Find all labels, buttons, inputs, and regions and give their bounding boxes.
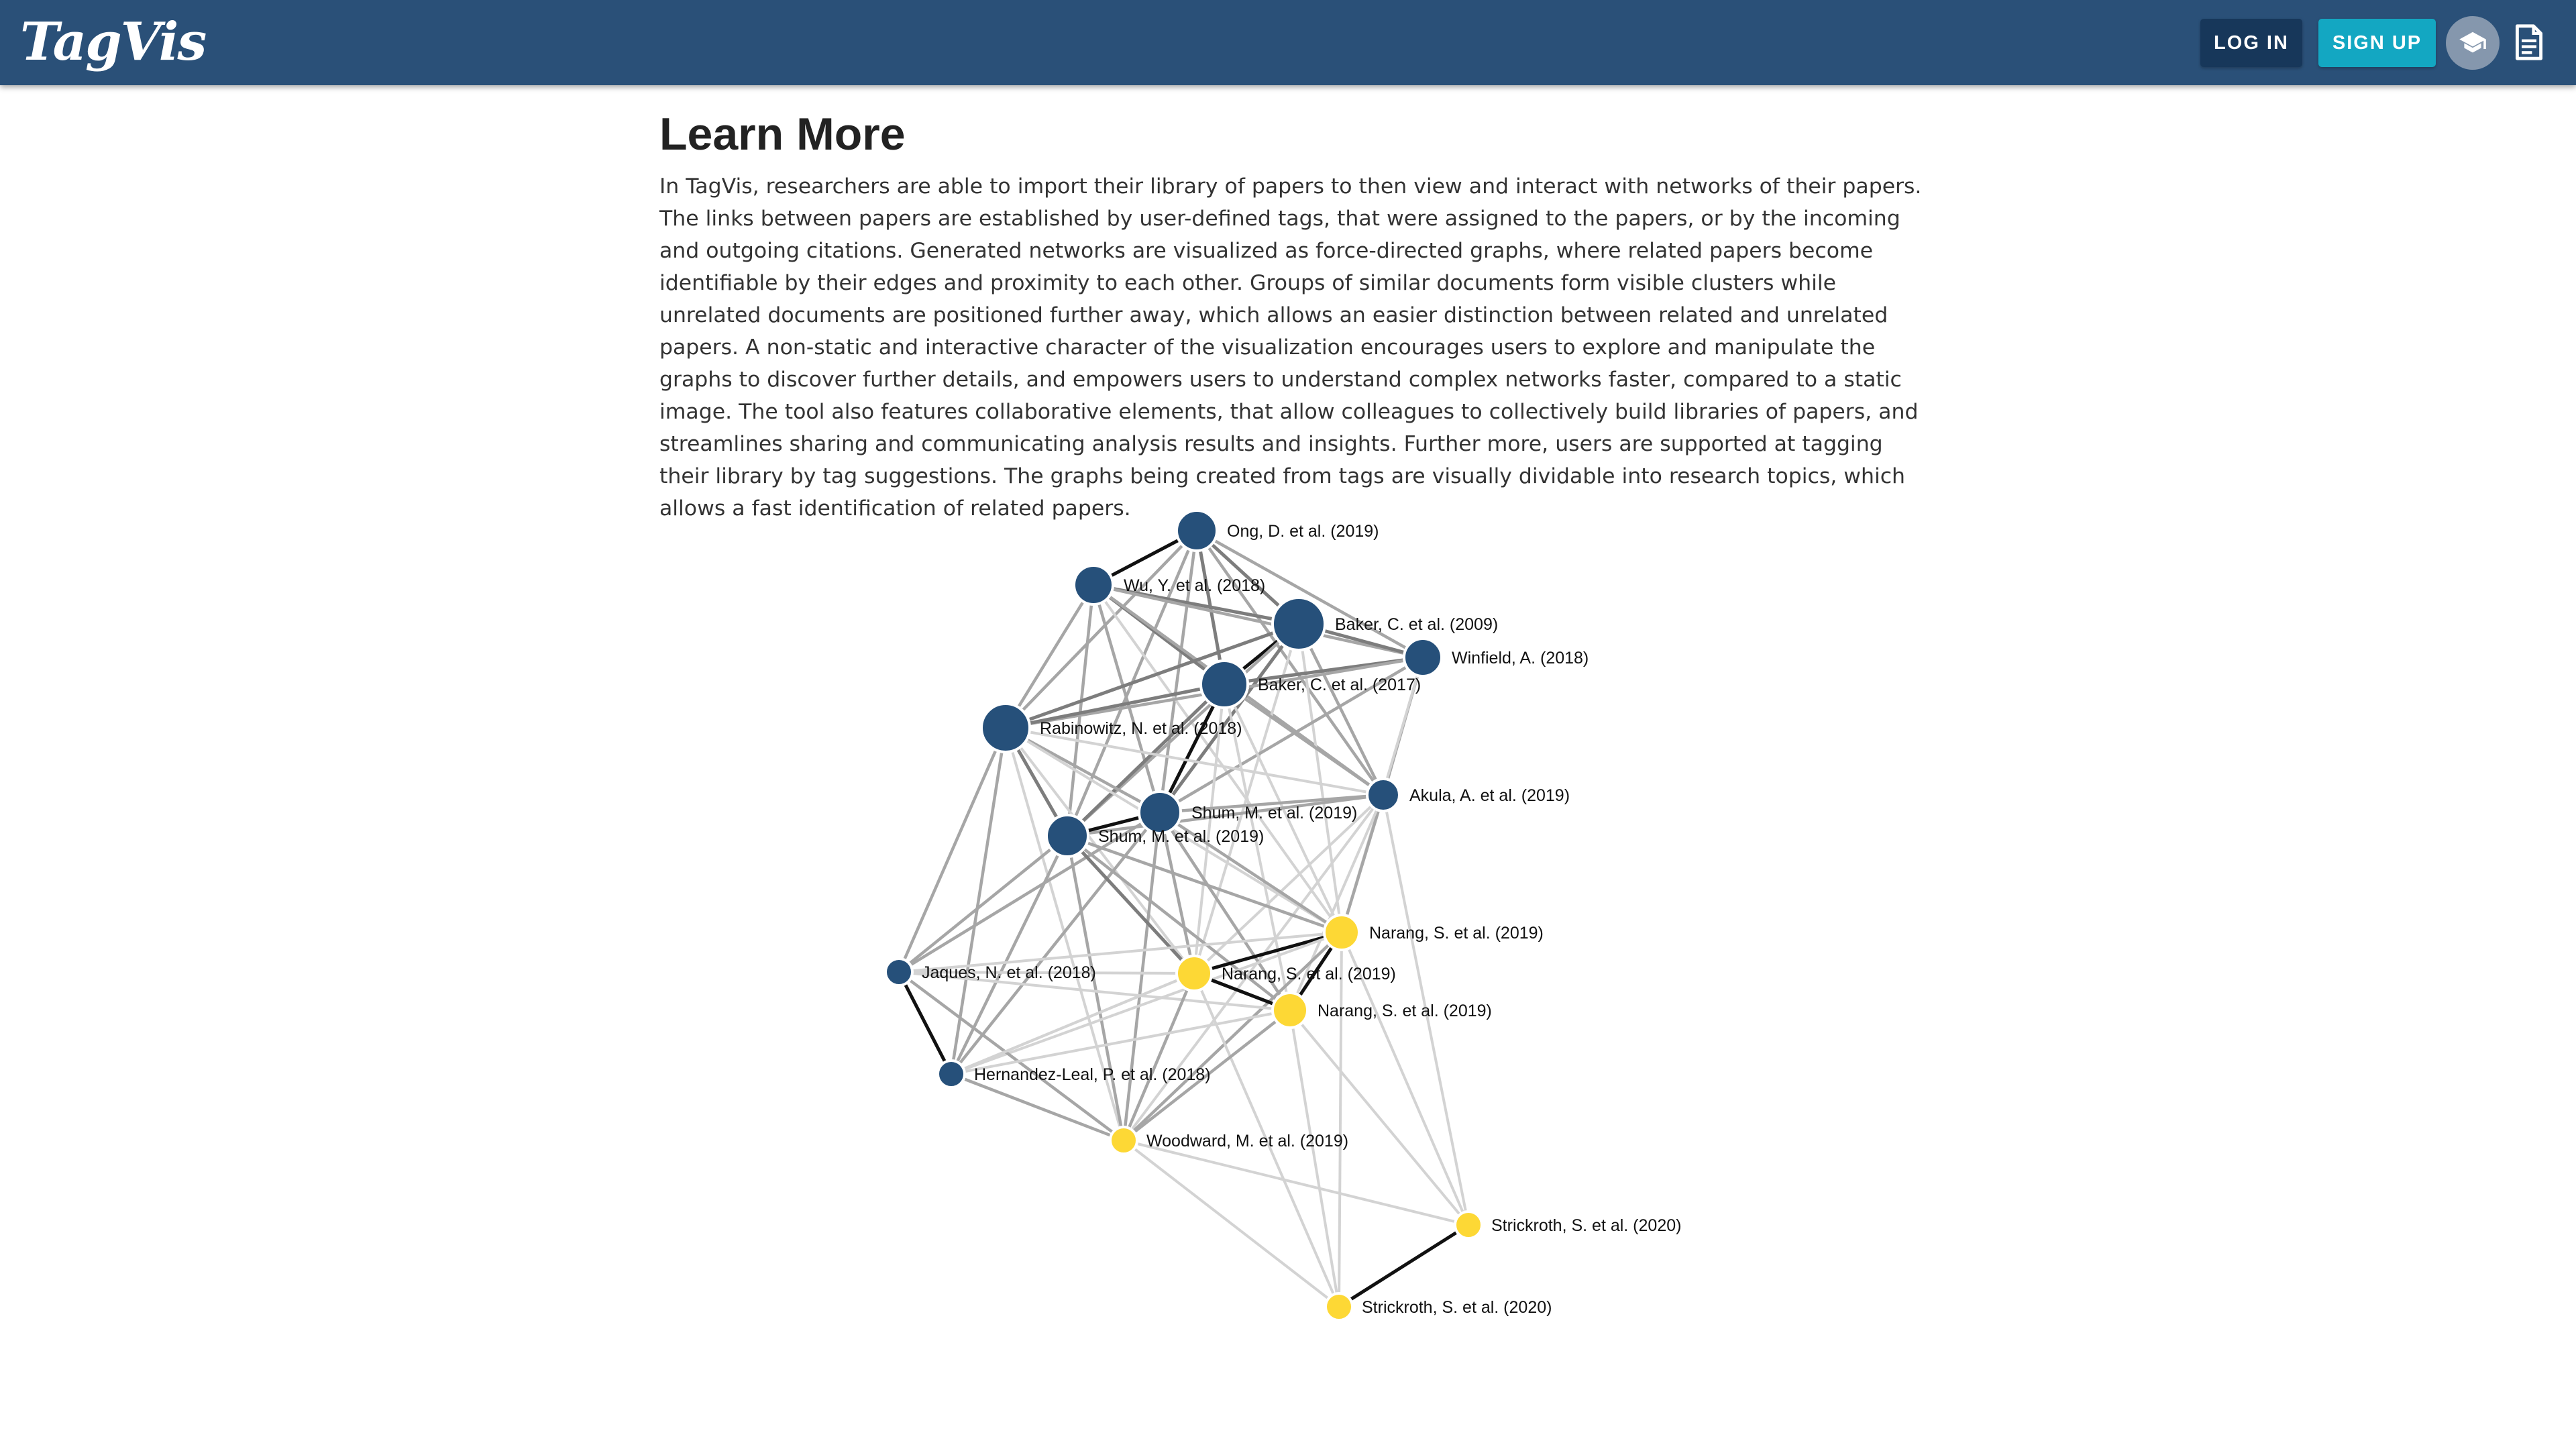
graph-edge [1297,623,1385,796]
graph-edge [1123,1139,1469,1226]
graph-edge [1122,931,1343,1142]
graph-edge [1158,530,1199,813]
signup-button[interactable]: SIGN UP [2318,19,2436,67]
graph-node-circle[interactable] [1324,1292,1354,1322]
graph-node-circle[interactable] [1109,1126,1138,1155]
graph-node-circle[interactable] [1271,991,1309,1029]
graph-node[interactable]: Baker, C. et al. (2009) [1271,596,1498,651]
graph-edge [1004,727,1195,975]
graph-edge [1158,623,1301,814]
graph-node-circle[interactable] [1323,914,1360,951]
graph-edge [1004,529,1198,729]
graph-node-circle[interactable] [1175,955,1213,992]
graph-node-label: Akula, A. et al. (2019) [1409,786,1570,805]
graph-node-label: Hernandez-Leal, P. et al. (2018) [974,1065,1211,1084]
graph-edge [951,1009,1291,1075]
graph-edge [1066,835,1291,1012]
graph-node[interactable]: Rabinowitz, N. et al. (2018) [980,702,1242,753]
graph-edge [898,835,1069,973]
graph-edge [1122,973,1196,1141]
graph-edge [1223,683,1385,796]
graph-node-label: Shum, M. et al. (2019) [1191,804,1357,822]
graph-node-circle[interactable] [884,957,914,987]
graph-edge [1065,584,1095,837]
graph-edge [1065,835,1126,1141]
graph-node-label: Shum, M. et al. (2019) [1098,827,1264,846]
graph-node[interactable]: Hernandez-Leal, P. et al. (2018) [936,1059,1211,1089]
graph-nodes: Ong, D. et al. (2019) Wu, Y. et al. (2018… [884,509,1681,1322]
graph-node-circle[interactable] [1403,637,1443,678]
graph-edge [1297,623,1343,933]
graph-edge [1091,584,1162,813]
graph-node-circle[interactable] [1175,509,1218,552]
graph-edge [1338,932,1343,1307]
graph-edge [1338,1223,1470,1309]
learn-more-section: Learn More In TagVis, researchers are ab… [659,101,1927,525]
graph-node-circle[interactable] [1073,564,1114,606]
graph-edge [951,972,1195,1075]
graph-node-label: Strickroth, S. et al. (2020) [1491,1216,1681,1235]
graph-node-circle[interactable] [1454,1210,1483,1240]
graph-edge [897,727,1008,973]
graph-edge [949,727,1008,1075]
graph-node-label: Strickroth, S. et al. (2020) [1362,1298,1552,1317]
graph-node-label: Baker, C. et al. (2017) [1258,676,1421,694]
graph-node[interactable]: Narang, S. et al. (2019) [1323,914,1544,951]
graph-edge [897,971,953,1075]
graph-node-label: Narang, S. et al. (2019) [1318,1002,1492,1020]
login-button[interactable]: LOG IN [2200,19,2302,67]
graph-node[interactable]: Strickroth, S. et al. (2020) [1454,1210,1681,1240]
graph-node-label: Rabinowitz, N. et al. (2018) [1040,719,1242,738]
graph-edge [1005,727,1384,796]
graph-edges [897,529,1470,1309]
app-bar: TagVis LOG IN SIGN UP [0,0,2576,85]
graph-edge [1289,1009,1470,1226]
graph-node-circle[interactable] [980,702,1031,753]
graph-edge [1066,835,1195,975]
documentation-button[interactable] [2510,20,2548,64]
graph-edge [1289,1010,1340,1307]
graph-edge [898,971,1125,1142]
graph-node-label: Woodward, M. et al. (2019) [1146,1132,1348,1150]
graph-node-circle[interactable] [1045,814,1089,858]
graph-edge [1067,834,1342,934]
graph-edge [949,835,1069,1075]
school-icon [2459,32,2486,53]
graph-node-label: Wu, Y. et al. (2018) [1124,576,1265,595]
graph-node[interactable]: Akula, A. et al. (2019) [1366,777,1570,812]
graph-node-label: Baker, C. et al. (2009) [1335,615,1498,634]
graph-node-label: Ong, D. et al. (2019) [1227,522,1379,541]
graph-node-label: Winfield, A. (2018) [1452,649,1589,667]
description-paragraph: In TagVis, researchers are able to impor… [659,174,1922,521]
graph-node-circle[interactable] [1199,659,1249,709]
graph-node[interactable]: Narang, S. et al. (2019) [1271,991,1492,1029]
page-title: Learn More [659,109,906,160]
graph-node[interactable]: Narang, S. et al. (2019) [1175,955,1396,992]
document-icon [2515,24,2543,60]
graph-node-label: Jaques, N. et al. (2018) [922,963,1096,982]
graph-edge [1122,812,1162,1141]
graph-edge [1004,727,1161,814]
tagvis-logo[interactable]: TagVis [20,12,207,72]
graph-edge [1005,622,1299,730]
graph-node[interactable]: Baker, C. et al. (2017) [1199,659,1421,709]
graph-node-label: Narang, S. et al. (2019) [1369,924,1544,943]
graph-node-circle[interactable] [936,1059,966,1089]
graph-edge [951,972,1195,1075]
graph-node[interactable]: Jaques, N. et al. (2018) [884,957,1096,987]
graph-node[interactable]: Winfield, A. (2018) [1403,637,1589,678]
graph-edge [1122,1139,1340,1308]
graph-node-circle[interactable] [1366,777,1401,812]
graph-node[interactable]: Wu, Y. et al. (2018) [1073,564,1265,606]
learn-more-button[interactable] [2446,16,2500,70]
graph-node-label: Narang, S. et al. (2019) [1222,965,1396,983]
graph-node[interactable]: Strickroth, S. et al. (2020) [1324,1292,1552,1322]
graph-node-circle[interactable] [1271,596,1326,651]
graph-node[interactable]: Woodward, M. et al. (2019) [1109,1126,1348,1155]
